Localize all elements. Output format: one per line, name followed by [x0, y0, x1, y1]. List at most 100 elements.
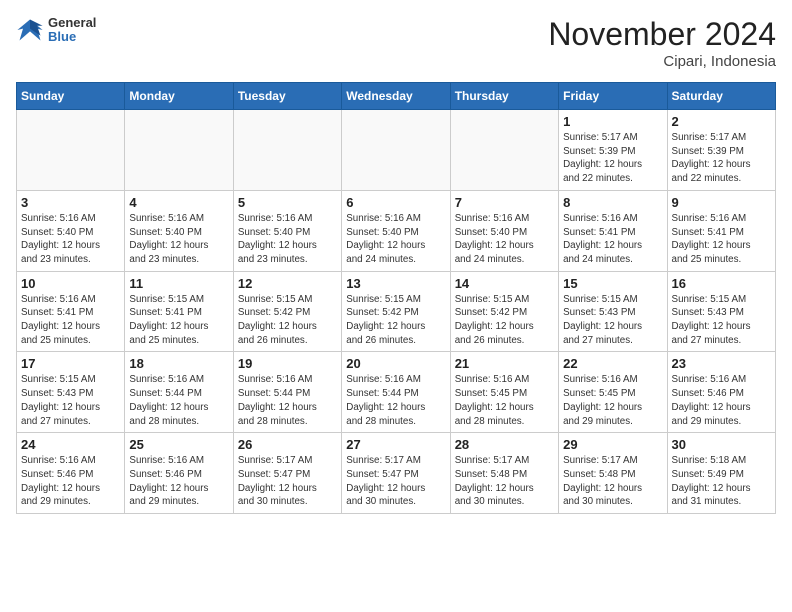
calendar-cell: 22Sunrise: 5:16 AMSunset: 5:45 PMDayligh… [559, 352, 667, 433]
calendar-cell: 27Sunrise: 5:17 AMSunset: 5:47 PMDayligh… [342, 433, 450, 514]
calendar-cell: 2 Sunrise: 5:17 AMSunset: 5:39 PMDaylight… [667, 110, 775, 191]
calendar-cell: 30 Sunrise: 5:18 AMSunset: 5:49 PMDayligh… [667, 433, 775, 514]
calendar-cell: 29Sunrise: 5:17 AMSunset: 5:48 PMDayligh… [559, 433, 667, 514]
day-detail: Sunrise: 5:18 AMSunset: 5:49 PMDaylight:… [672, 454, 771, 509]
calendar-cell: 11 Sunrise: 5:15 AMSunset: 5:41 PMDayligh… [125, 271, 233, 352]
day-detail: Sunrise: 5:15 AMSunset: 5:42 PMDaylight:… [238, 293, 337, 348]
calendar-cell: 21Sunrise: 5:16 AMSunset: 5:45 PMDayligh… [450, 352, 558, 433]
calendar-cell: 1 Sunrise: 5:17 AMSunset: 5:39 PMDaylight… [559, 110, 667, 191]
logo-bird-icon [16, 16, 44, 44]
calendar-cell: 12 Sunrise: 5:15 AMSunset: 5:42 PMDayligh… [233, 271, 341, 352]
day-of-week-tuesday: Tuesday [233, 83, 341, 110]
day-detail: Sunrise: 5:15 AMSunset: 5:42 PMDaylight:… [455, 293, 554, 348]
day-detail: Sunrise: 5:16 AMSunset: 5:44 PMDaylight:… [346, 373, 445, 428]
calendar-cell: 10 Sunrise: 5:16 AMSunset: 5:41 PMDayligh… [17, 271, 125, 352]
week-row-5: 24Sunrise: 5:16 AMSunset: 5:46 PMDayligh… [17, 433, 776, 514]
day-number: 8 [563, 195, 662, 210]
day-detail: Sunrise: 5:17 AMSunset: 5:47 PMDaylight:… [238, 454, 337, 509]
day-detail: Sunrise: 5:16 AMSunset: 5:46 PMDaylight:… [21, 454, 120, 509]
calendar-cell: 19 Sunrise: 5:16 AMSunset: 5:44 PMDayligh… [233, 352, 341, 433]
day-number: 11 [129, 276, 228, 291]
day-detail: Sunrise: 5:17 AMSunset: 5:47 PMDaylight:… [346, 454, 445, 509]
logo-general: General [48, 16, 96, 30]
day-number: 3 [21, 195, 120, 210]
calendar-cell: 4Sunrise: 5:16 AMSunset: 5:40 PMDaylight… [125, 190, 233, 271]
day-number: 30 [672, 437, 771, 452]
day-detail: Sunrise: 5:17 AMSunset: 5:39 PMDaylight:… [672, 131, 771, 186]
day-number: 5 [238, 195, 337, 210]
day-number: 7 [455, 195, 554, 210]
calendar-table: SundayMondayTuesdayWednesdayThursdayFrid… [16, 82, 776, 514]
day-number: 2 [672, 114, 771, 129]
calendar-cell: 15Sunrise: 5:15 AMSunset: 5:43 PMDayligh… [559, 271, 667, 352]
calendar-cell [450, 110, 558, 191]
calendar-cell: 5Sunrise: 5:16 AMSunset: 5:40 PMDaylight… [233, 190, 341, 271]
calendar-cell: 13Sunrise: 5:15 AMSunset: 5:42 PMDayligh… [342, 271, 450, 352]
day-detail: Sunrise: 5:17 AMSunset: 5:39 PMDaylight:… [563, 131, 662, 186]
calendar-cell: 8 Sunrise: 5:16 AMSunset: 5:41 PMDaylight… [559, 190, 667, 271]
calendar-body: 1 Sunrise: 5:17 AMSunset: 5:39 PMDaylight… [17, 110, 776, 514]
day-detail: Sunrise: 5:15 AMSunset: 5:41 PMDaylight:… [129, 293, 228, 348]
calendar-header: SundayMondayTuesdayWednesdayThursdayFrid… [17, 83, 776, 110]
day-number: 21 [455, 356, 554, 371]
day-detail: Sunrise: 5:16 AMSunset: 5:41 PMDaylight:… [563, 212, 662, 267]
day-number: 1 [563, 114, 662, 129]
day-number: 26 [238, 437, 337, 452]
day-detail: Sunrise: 5:16 AMSunset: 5:40 PMDaylight:… [346, 212, 445, 267]
day-number: 19 [238, 356, 337, 371]
week-row-2: 3 Sunrise: 5:16 AMSunset: 5:40 PMDaylight… [17, 190, 776, 271]
calendar-cell: 16Sunrise: 5:15 AMSunset: 5:43 PMDayligh… [667, 271, 775, 352]
calendar-cell: 23 Sunrise: 5:16 AMSunset: 5:46 PMDayligh… [667, 352, 775, 433]
day-number: 28 [455, 437, 554, 452]
calendar-cell: 26 Sunrise: 5:17 AMSunset: 5:47 PMDayligh… [233, 433, 341, 514]
page-header: General Blue November 2024 Cipari, Indon… [16, 16, 776, 70]
logo-blue: Blue [48, 30, 96, 44]
day-of-week-monday: Monday [125, 83, 233, 110]
day-number: 18 [129, 356, 228, 371]
calendar-cell: 9 Sunrise: 5:16 AMSunset: 5:41 PMDaylight… [667, 190, 775, 271]
day-number: 12 [238, 276, 337, 291]
day-number: 22 [563, 356, 662, 371]
day-detail: Sunrise: 5:16 AMSunset: 5:46 PMDaylight:… [672, 373, 771, 428]
day-number: 16 [672, 276, 771, 291]
day-number: 6 [346, 195, 445, 210]
day-of-week-saturday: Saturday [667, 83, 775, 110]
calendar-cell [342, 110, 450, 191]
day-detail: Sunrise: 5:16 AMSunset: 5:40 PMDaylight:… [455, 212, 554, 267]
day-number: 14 [455, 276, 554, 291]
day-of-week-sunday: Sunday [17, 83, 125, 110]
week-row-1: 1 Sunrise: 5:17 AMSunset: 5:39 PMDaylight… [17, 110, 776, 191]
calendar-cell [233, 110, 341, 191]
calendar-cell: 18 Sunrise: 5:16 AMSunset: 5:44 PMDayligh… [125, 352, 233, 433]
calendar-cell: 14 Sunrise: 5:15 AMSunset: 5:42 PMDayligh… [450, 271, 558, 352]
day-number: 9 [672, 195, 771, 210]
calendar-cell: 6 Sunrise: 5:16 AMSunset: 5:40 PMDaylight… [342, 190, 450, 271]
day-number: 4 [129, 195, 228, 210]
calendar-cell: 3Sunrise: 5:16 AMSunset: 5:40 PMDaylight… [17, 190, 125, 271]
day-number: 10 [21, 276, 120, 291]
day-detail: Sunrise: 5:16 AMSunset: 5:41 PMDaylight:… [21, 293, 120, 348]
day-number: 17 [21, 356, 120, 371]
day-of-week-wednesday: Wednesday [342, 83, 450, 110]
day-number: 29 [563, 437, 662, 452]
calendar-cell: 7 Sunrise: 5:16 AMSunset: 5:40 PMDaylight… [450, 190, 558, 271]
day-detail: Sunrise: 5:15 AMSunset: 5:42 PMDaylight:… [346, 293, 445, 348]
day-detail: Sunrise: 5:16 AMSunset: 5:44 PMDaylight:… [238, 373, 337, 428]
week-row-3: 10 Sunrise: 5:16 AMSunset: 5:41 PMDayligh… [17, 271, 776, 352]
day-detail: Sunrise: 5:17 AMSunset: 5:48 PMDaylight:… [455, 454, 554, 509]
day-detail: Sunrise: 5:16 AMSunset: 5:44 PMDaylight:… [129, 373, 228, 428]
title-block: November 2024 Cipari, Indonesia [548, 16, 776, 70]
calendar-cell: 17 Sunrise: 5:15 AMSunset: 5:43 PMDayligh… [17, 352, 125, 433]
day-of-week-thursday: Thursday [450, 83, 558, 110]
day-number: 23 [672, 356, 771, 371]
calendar-cell: 24Sunrise: 5:16 AMSunset: 5:46 PMDayligh… [17, 433, 125, 514]
calendar-title: November 2024 [548, 16, 776, 53]
day-number: 20 [346, 356, 445, 371]
calendar-subtitle: Cipari, Indonesia [548, 53, 776, 70]
day-header-row: SundayMondayTuesdayWednesdayThursdayFrid… [17, 83, 776, 110]
day-detail: Sunrise: 5:15 AMSunset: 5:43 PMDaylight:… [21, 373, 120, 428]
logo: General Blue [16, 16, 96, 45]
logo-text: General Blue [48, 16, 96, 45]
day-detail: Sunrise: 5:15 AMSunset: 5:43 PMDaylight:… [563, 293, 662, 348]
day-detail: Sunrise: 5:16 AMSunset: 5:41 PMDaylight:… [672, 212, 771, 267]
